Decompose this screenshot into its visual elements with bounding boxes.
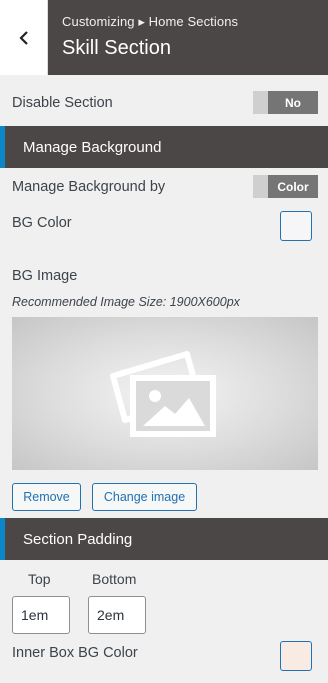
page-title: Skill Section	[62, 37, 171, 59]
image-placeholder-icon	[110, 350, 216, 437]
breadcrumb: Customizing ▸ Home Sections	[62, 14, 239, 29]
padding-bottom-label: Bottom	[92, 571, 137, 587]
disable-section-toggle[interactable]: No	[253, 91, 318, 114]
change-image-button[interactable]: Change image	[92, 483, 197, 511]
manage-background-by-label: Manage Background by	[12, 179, 166, 195]
toggle-track	[253, 175, 268, 198]
manage-background-by-toggle[interactable]: Color	[253, 175, 318, 198]
manage-background-heading: Manage Background	[0, 126, 328, 168]
header-title-panel: Customizing ▸ Home Sections Skill Sectio…	[48, 0, 328, 75]
toggle-track	[253, 91, 268, 114]
customizer-header: Customizing ▸ Home Sections Skill Sectio…	[0, 0, 328, 75]
inner-box-bg-color-swatch[interactable]	[280, 641, 312, 671]
remove-image-button[interactable]: Remove	[12, 483, 81, 511]
toggle-value: Color	[268, 175, 318, 198]
toggle-value: No	[268, 91, 318, 114]
back-button[interactable]	[0, 0, 48, 75]
inner-box-bg-color-label: Inner Box BG Color	[12, 645, 138, 661]
section-padding-heading: Section Padding	[0, 518, 328, 560]
bg-color-label: BG Color	[12, 215, 72, 231]
bg-image-hint: Recommended Image Size: 1900X600px	[12, 295, 240, 309]
disable-section-label: Disable Section	[12, 95, 113, 111]
bg-color-swatch[interactable]	[280, 211, 312, 241]
bg-image-label: BG Image	[12, 268, 78, 284]
bg-image-preview[interactable]	[12, 317, 318, 470]
padding-bottom-input[interactable]	[88, 596, 146, 634]
chevron-left-icon	[18, 30, 28, 45]
padding-top-label: Top	[28, 571, 51, 587]
padding-top-input[interactable]	[12, 596, 70, 634]
